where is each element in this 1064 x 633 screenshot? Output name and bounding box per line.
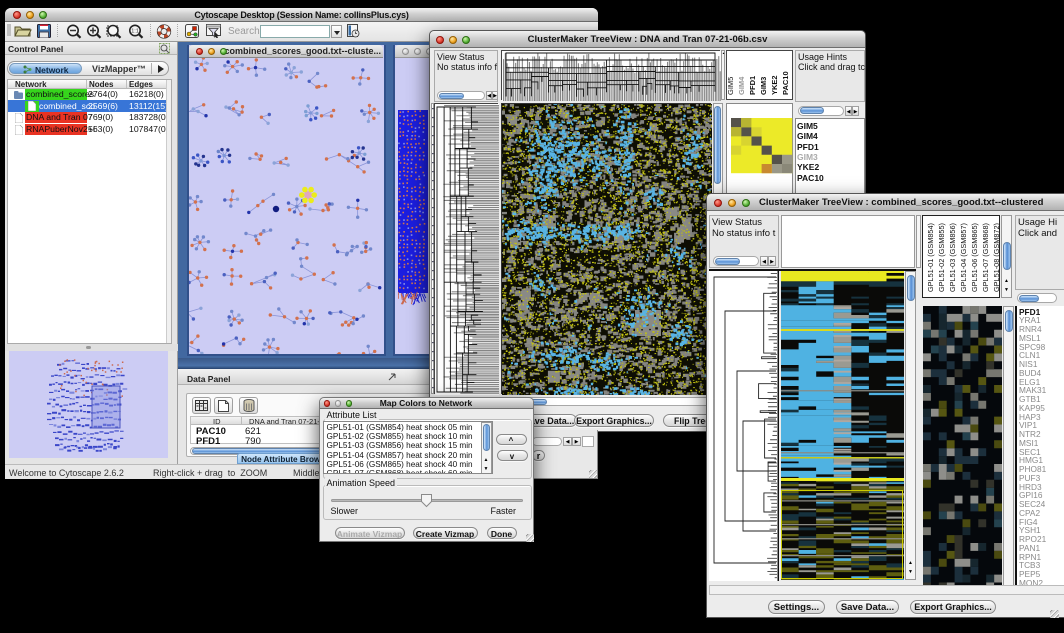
svg-text:1:1: 1:1 (131, 29, 139, 35)
